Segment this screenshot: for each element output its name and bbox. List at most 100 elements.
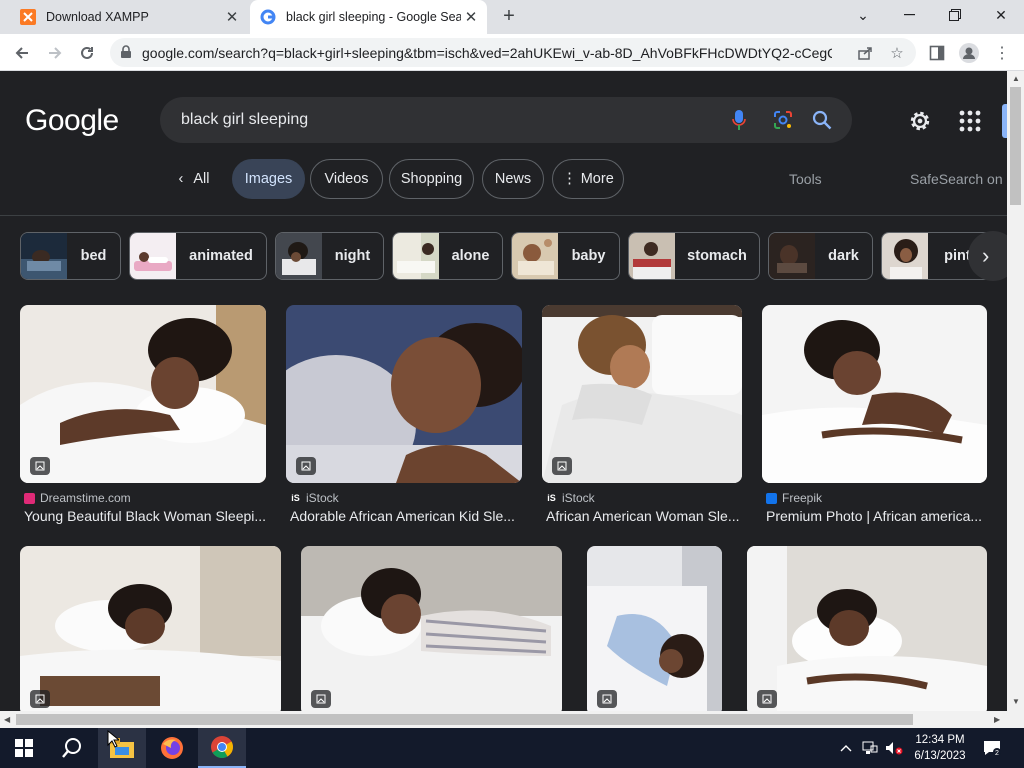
filter-news[interactable]: News bbox=[482, 159, 544, 199]
bookmark-star-icon[interactable]: ☆ bbox=[888, 44, 906, 62]
result-image[interactable] bbox=[286, 305, 522, 483]
close-tab-icon[interactable]: ✕ bbox=[461, 8, 481, 26]
source-name: iStock bbox=[562, 491, 595, 505]
scroll-up-icon[interactable]: ▲ bbox=[1012, 74, 1020, 83]
filter-label: Images bbox=[244, 171, 293, 187]
scroll-down-icon[interactable]: ▼ bbox=[1012, 697, 1020, 706]
result-thumbnail bbox=[542, 305, 742, 483]
search-taskbar-icon[interactable] bbox=[48, 728, 96, 768]
horizontal-scrollbar[interactable]: ◀ ▶ bbox=[0, 711, 1024, 728]
result-image[interactable] bbox=[542, 305, 742, 483]
source-name: Dreamstime.com bbox=[40, 491, 131, 505]
tray-chevron-up-icon[interactable] bbox=[834, 728, 858, 768]
result-title[interactable]: African American Woman Sle... bbox=[546, 508, 742, 524]
file-explorer-icon[interactable] bbox=[98, 728, 146, 768]
filter-label: Videos bbox=[324, 171, 369, 187]
address-bar[interactable]: google.com/search?q=black+girl+sleeping&… bbox=[110, 38, 916, 67]
related-chip-stomach[interactable]: stomach bbox=[628, 232, 760, 280]
filter-videos[interactable]: Videos bbox=[310, 159, 383, 199]
filter-all[interactable]: ‹ All bbox=[165, 159, 223, 199]
tab-search-icon[interactable]: ⌄ bbox=[840, 0, 886, 30]
tab-strip: Download XAMPP ✕ black girl sleeping - G… bbox=[0, 0, 1024, 34]
tools-button[interactable]: Tools bbox=[789, 171, 822, 187]
result-thumbnail bbox=[20, 546, 281, 711]
filter-images[interactable]: Images bbox=[232, 159, 305, 199]
vertical-scroll-thumb[interactable] bbox=[1010, 87, 1021, 205]
profile-avatar-icon[interactable] bbox=[958, 42, 980, 64]
more-dots-icon: ⋮ bbox=[562, 171, 577, 187]
google-logo[interactable]: Google bbox=[25, 104, 119, 138]
tab-google-search[interactable]: black girl sleeping - Google Search ✕ bbox=[250, 0, 487, 34]
result-image[interactable] bbox=[762, 305, 987, 483]
forward-button[interactable] bbox=[42, 40, 68, 66]
search-icon[interactable] bbox=[811, 109, 833, 131]
mouse-cursor-icon bbox=[107, 730, 119, 748]
scroll-left-icon[interactable]: ◀ bbox=[4, 715, 10, 724]
related-thumbnail bbox=[882, 233, 928, 279]
settings-gear-icon[interactable] bbox=[907, 108, 933, 134]
filter-more[interactable]: ⋮ More bbox=[552, 159, 624, 199]
search-box[interactable]: black girl sleeping bbox=[160, 97, 852, 143]
result-thumbnail bbox=[301, 546, 562, 711]
share-icon[interactable] bbox=[856, 44, 874, 62]
system-clock[interactable]: 12:34 PM 6/13/2023 bbox=[905, 732, 975, 764]
scroll-right-icon[interactable]: ▶ bbox=[994, 715, 1000, 724]
result-thumbnail bbox=[286, 305, 522, 483]
voice-search-icon[interactable] bbox=[728, 109, 750, 131]
result-source[interactable]: Freepik bbox=[766, 491, 822, 505]
windows-start-icon[interactable] bbox=[0, 728, 48, 768]
result-title[interactable]: Adorable African American Kid Sle... bbox=[290, 508, 522, 524]
close-tab-icon[interactable]: ✕ bbox=[222, 8, 242, 26]
related-label: baby bbox=[571, 248, 606, 264]
back-button[interactable] bbox=[9, 40, 35, 66]
related-thumbnail bbox=[512, 233, 558, 279]
search-input[interactable]: black girl sleeping bbox=[181, 111, 308, 129]
restore-button[interactable] bbox=[932, 0, 978, 30]
related-chip-baby[interactable]: baby bbox=[511, 232, 620, 280]
result-image[interactable] bbox=[587, 546, 722, 711]
firefox-icon[interactable] bbox=[148, 728, 196, 768]
related-thumbnail bbox=[130, 233, 176, 279]
vertical-scrollbar[interactable]: ▲ ▼ bbox=[1007, 71, 1024, 711]
result-image[interactable] bbox=[20, 305, 266, 483]
lens-icon[interactable] bbox=[772, 109, 794, 131]
minimize-button[interactable] bbox=[886, 0, 932, 30]
tab-xampp[interactable]: Download XAMPP ✕ bbox=[10, 0, 248, 34]
new-tab-button[interactable]: + bbox=[498, 6, 520, 28]
tab-title: Download XAMPP bbox=[46, 10, 149, 24]
result-image[interactable] bbox=[301, 546, 562, 711]
related-chip-animated[interactable]: animated bbox=[129, 232, 267, 280]
clock-time: 12:34 PM bbox=[915, 734, 965, 746]
notifications-icon[interactable]: 2 bbox=[980, 728, 1004, 768]
google-apps-icon[interactable] bbox=[958, 109, 982, 133]
chrome-icon[interactable] bbox=[198, 728, 246, 768]
reload-button[interactable] bbox=[74, 40, 100, 66]
related-label: night bbox=[334, 248, 371, 264]
close-window-button[interactable]: ✕ bbox=[978, 0, 1024, 30]
related-chip-dark[interactable]: dark bbox=[768, 232, 873, 280]
related-chip-night[interactable]: night bbox=[275, 232, 384, 280]
result-source[interactable]: iS iStock bbox=[290, 491, 339, 505]
result-title[interactable]: Young Beautiful Black Woman Sleepi... bbox=[24, 508, 266, 524]
image-badge-icon bbox=[552, 457, 572, 475]
lock-icon[interactable] bbox=[120, 45, 132, 64]
result-image[interactable] bbox=[20, 546, 281, 711]
related-thumbnail bbox=[629, 233, 675, 279]
related-label: dark bbox=[828, 248, 859, 264]
result-title[interactable]: Premium Photo | African america... bbox=[766, 508, 987, 524]
horizontal-scroll-thumb[interactable] bbox=[16, 714, 913, 725]
result-source[interactable]: iS iStock bbox=[546, 491, 595, 505]
related-chip-bed[interactable]: bed bbox=[20, 232, 121, 280]
related-thumbnail bbox=[21, 233, 67, 279]
side-panel-icon[interactable] bbox=[926, 42, 948, 64]
result-source[interactable]: Dreamstime.com bbox=[24, 491, 131, 505]
filter-shopping[interactable]: Shopping bbox=[389, 159, 474, 199]
safesearch-button[interactable]: SafeSearch on bbox=[910, 171, 1003, 187]
menu-icon[interactable]: ⋮ bbox=[991, 42, 1013, 64]
image-badge-icon bbox=[597, 690, 617, 708]
image-badge-icon bbox=[296, 457, 316, 475]
volume-muted-icon[interactable] bbox=[882, 728, 906, 768]
related-chip-alone[interactable]: alone bbox=[392, 232, 503, 280]
network-icon[interactable] bbox=[858, 728, 882, 768]
result-image[interactable] bbox=[747, 546, 987, 711]
